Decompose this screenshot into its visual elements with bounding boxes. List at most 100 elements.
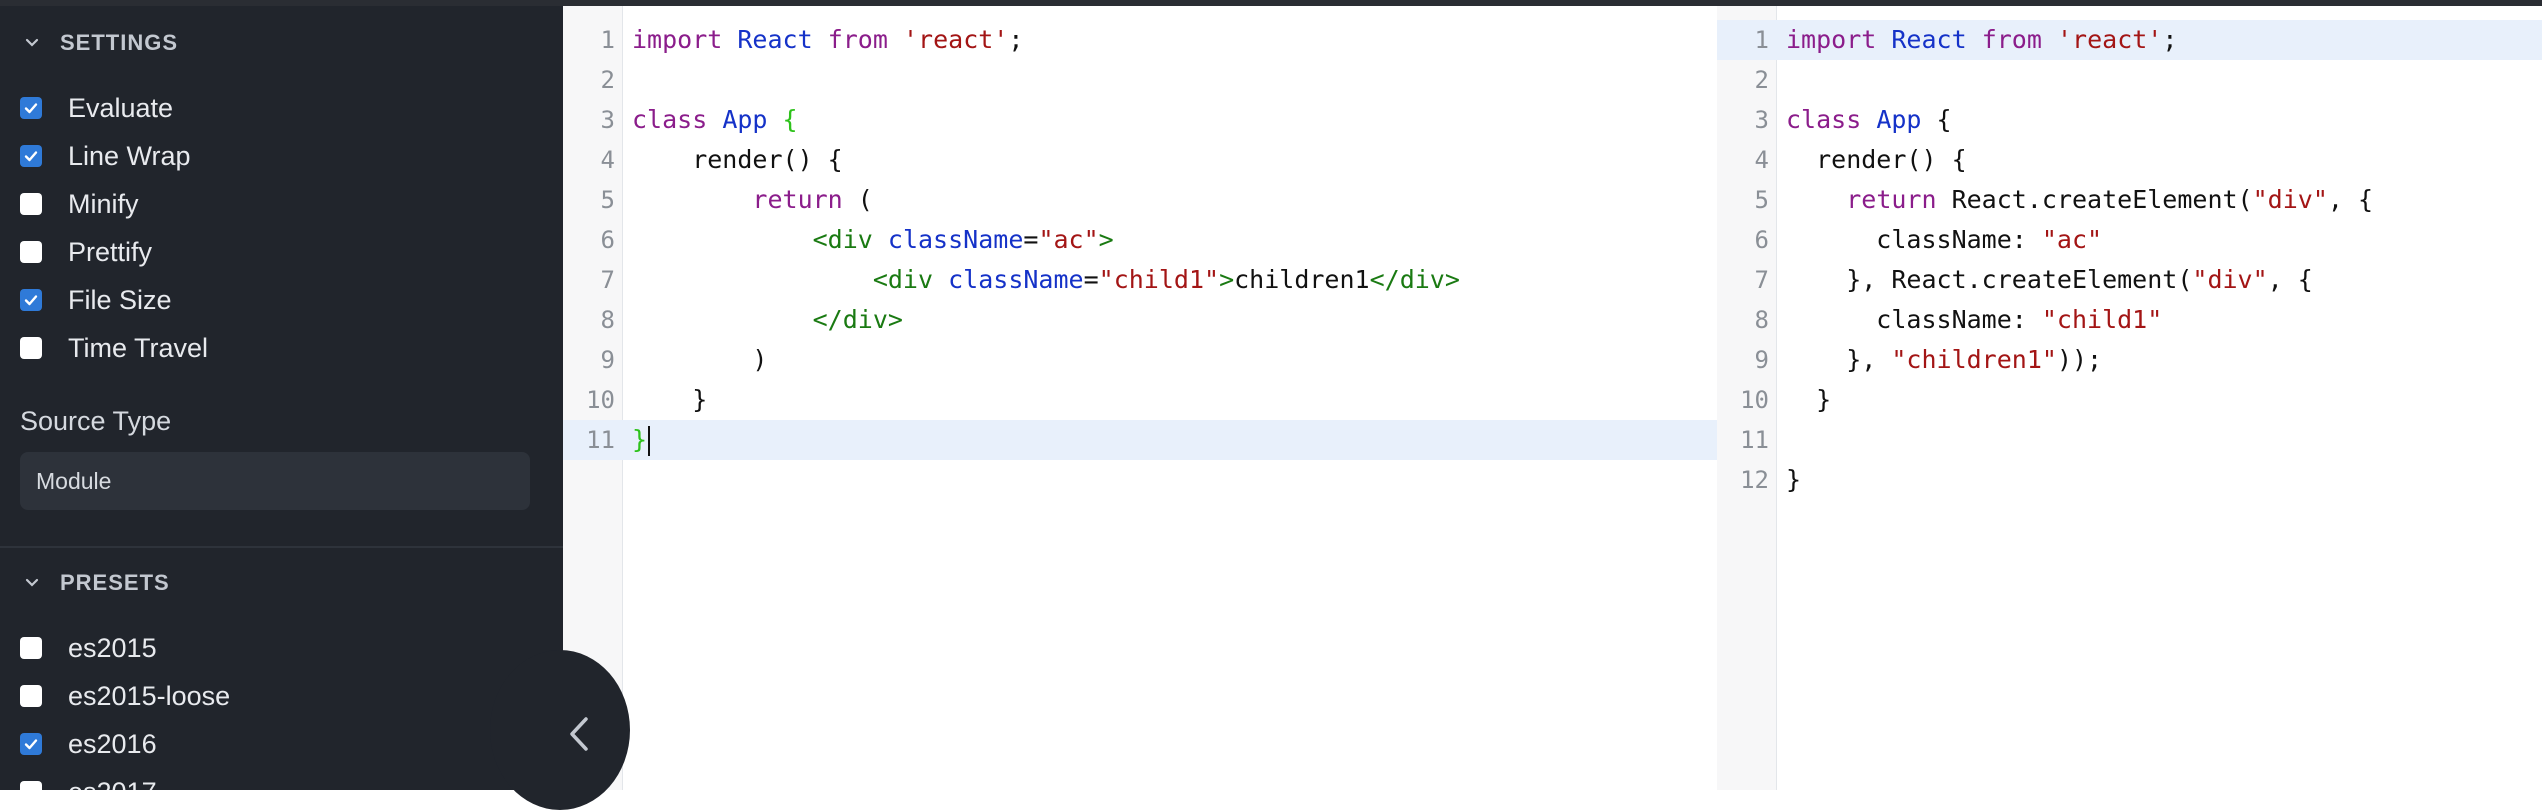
code-line[interactable]: 4 render() { bbox=[563, 140, 1717, 180]
checkmark-icon bbox=[24, 739, 38, 750]
line-number: 6 bbox=[600, 226, 615, 254]
code-token: = bbox=[1023, 225, 1039, 254]
setting-option[interactable]: Evaluate bbox=[20, 88, 173, 128]
code-token: > bbox=[1098, 225, 1114, 254]
code-token: <div bbox=[872, 265, 934, 294]
setting-label: File Size bbox=[68, 284, 172, 315]
code-line[interactable]: 1 import React from 'react'; bbox=[563, 20, 1717, 60]
code-token: } bbox=[632, 425, 648, 454]
code-line[interactable]: 6 className: "ac" bbox=[1717, 220, 2542, 260]
setting-option[interactable]: Time Travel bbox=[20, 328, 208, 368]
collapse-sidebar-button[interactable] bbox=[490, 650, 630, 810]
code-token: return bbox=[752, 185, 843, 214]
presets-section-header[interactable]: PRESETS bbox=[22, 568, 170, 598]
chevron-down-icon bbox=[22, 573, 42, 593]
code-line[interactable]: 1 import React from 'react'; bbox=[1717, 20, 2542, 60]
preset-checkbox[interactable] bbox=[20, 781, 42, 790]
code-line[interactable]: 11 bbox=[1717, 420, 2542, 460]
settings-section-title: SETTINGS bbox=[60, 30, 179, 55]
preset-option[interactable]: es2016 bbox=[20, 724, 157, 764]
code-token: return bbox=[1846, 185, 1937, 214]
code-text: } bbox=[1786, 460, 1801, 500]
code-token: render() { bbox=[632, 145, 843, 174]
source-type-select[interactable]: Module bbox=[20, 452, 530, 510]
setting-checkbox[interactable] bbox=[20, 193, 42, 215]
code-line[interactable]: 9 ) bbox=[563, 340, 1717, 380]
preset-option[interactable]: es2017 bbox=[20, 772, 157, 790]
code-token: )); bbox=[2056, 345, 2103, 374]
code-line[interactable]: 8 </div> bbox=[563, 300, 1717, 340]
checkmark-icon bbox=[24, 103, 38, 114]
code-line[interactable]: 3 class App { bbox=[1717, 100, 2542, 140]
code-token: "ac" bbox=[2041, 225, 2103, 254]
code-token: className: bbox=[1786, 225, 2042, 254]
code-text: } bbox=[632, 420, 651, 460]
line-number: 1 bbox=[1754, 26, 1769, 54]
code-line[interactable]: 2 bbox=[1717, 60, 2542, 100]
preset-checkbox[interactable] bbox=[20, 685, 42, 707]
input-code-editor[interactable]: 1 import React from 'react'; 2 3 class App {… bbox=[563, 6, 1717, 790]
preset-option[interactable]: es2015-loose bbox=[20, 676, 230, 716]
setting-checkbox[interactable] bbox=[20, 289, 42, 311]
setting-option[interactable]: Line Wrap bbox=[20, 136, 191, 176]
setting-option[interactable]: Prettify bbox=[20, 232, 152, 272]
code-line[interactable]: 7 <div className="child1">children1</div… bbox=[563, 260, 1717, 300]
code-token: ( bbox=[842, 185, 873, 214]
line-number: 9 bbox=[600, 346, 615, 374]
code-token: import bbox=[1786, 25, 1877, 54]
code-line[interactable]: 9 }, "children1")); bbox=[1717, 340, 2542, 380]
code-text: import React from 'react'; bbox=[632, 20, 1023, 60]
code-text: </div> bbox=[632, 300, 903, 340]
preset-label: es2015-loose bbox=[68, 680, 231, 711]
preset-checkbox[interactable] bbox=[20, 733, 42, 755]
code-line[interactable]: 10 } bbox=[563, 380, 1717, 420]
setting-checkbox[interactable] bbox=[20, 97, 42, 119]
code-line[interactable]: 5 return React.createElement("div", { bbox=[1717, 180, 2542, 220]
line-number: 11 bbox=[1740, 426, 1769, 454]
code-token: class bbox=[632, 105, 708, 134]
source-type-label: Source Type bbox=[20, 406, 172, 436]
code-line[interactable]: 6 <div className="ac"> bbox=[563, 220, 1717, 260]
code-token: children1 bbox=[1234, 265, 1370, 294]
preset-label: es2015 bbox=[68, 632, 157, 663]
code-line[interactable]: 12} bbox=[1717, 460, 2542, 500]
settings-section-header[interactable]: SETTINGS bbox=[22, 28, 178, 58]
code-line[interactable]: 8 className: "child1" bbox=[1717, 300, 2542, 340]
line-number: 11 bbox=[586, 426, 615, 454]
code-line[interactable]: 10 } bbox=[1717, 380, 2542, 420]
code-line[interactable]: 5 return ( bbox=[563, 180, 1717, 220]
setting-option[interactable]: Minify bbox=[20, 184, 139, 224]
code-text: }, React.createElement("div", { bbox=[1786, 260, 2313, 300]
line-number: 4 bbox=[1754, 146, 1769, 174]
setting-checkbox[interactable] bbox=[20, 337, 42, 359]
code-text: className: "child1" bbox=[1786, 300, 2162, 340]
line-number: 4 bbox=[600, 146, 615, 174]
sidebar: SETTINGS Evaluate Line Wrap Minify Prettify… bbox=[0, 6, 563, 790]
code-token: ; bbox=[1008, 25, 1024, 54]
output-code-editor[interactable]: 1 import React from 'react'; 2 3 class App {… bbox=[1717, 6, 2542, 790]
code-token: }, React.createElement( bbox=[1786, 265, 2193, 294]
code-token: </div> bbox=[812, 305, 903, 334]
code-line[interactable]: 4 render() { bbox=[1717, 140, 2542, 180]
code-token: className: bbox=[1786, 305, 2042, 334]
code-text: ) bbox=[632, 340, 767, 380]
code-line[interactable]: 11} bbox=[563, 420, 1717, 460]
code-line[interactable]: 2 bbox=[563, 60, 1717, 100]
code-token: React bbox=[737, 25, 813, 54]
setting-option[interactable]: File Size bbox=[20, 280, 172, 320]
code-line[interactable]: 7 }, React.createElement("div", { bbox=[1717, 260, 2542, 300]
code-token: { bbox=[1921, 105, 1952, 134]
preset-option[interactable]: es2015 bbox=[20, 628, 157, 668]
code-text: <div className="child1">children1</div> bbox=[632, 260, 1460, 300]
preset-checkbox[interactable] bbox=[20, 637, 42, 659]
line-number: 10 bbox=[1740, 386, 1769, 414]
setting-checkbox[interactable] bbox=[20, 241, 42, 263]
setting-checkbox[interactable] bbox=[20, 145, 42, 167]
code-line[interactable]: 3 class App { bbox=[563, 100, 1717, 140]
